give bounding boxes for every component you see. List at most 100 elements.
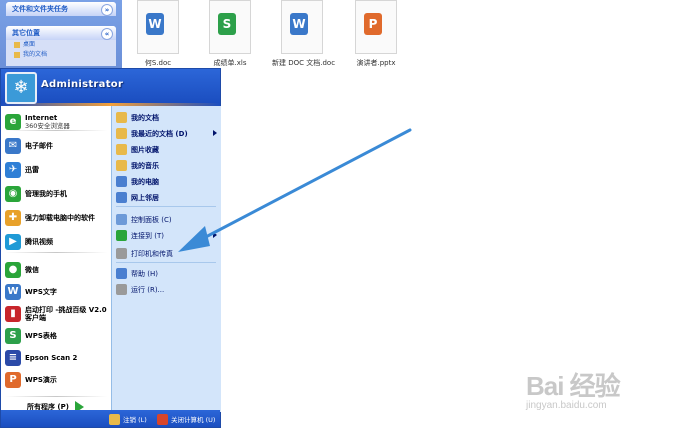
- program-item[interactable]: ● 微信: [5, 260, 109, 280]
- baidu-watermark: Bai 经验 jingyan.baidu.com: [506, 362, 678, 428]
- shutdown-label: 关闭计算机 (U): [171, 416, 216, 424]
- file-item[interactable]: S 成绩单.xls: [200, 0, 260, 70]
- places-item[interactable]: 我的音乐: [116, 158, 220, 173]
- other-place-my-documents[interactable]: 我的文档: [6, 50, 116, 60]
- file-name: 新建 DOC 文档.doc: [272, 59, 336, 67]
- program-item[interactable]: ✉ 电子邮件: [5, 136, 109, 156]
- watermark-url: jingyan.baidu.com: [526, 400, 607, 411]
- divider: [116, 206, 216, 207]
- places-item[interactable]: 控制面板 (C): [116, 212, 220, 227]
- network-icon: [116, 192, 127, 203]
- other-place-label: 我的文档: [23, 51, 48, 58]
- program-item[interactable]: ✚ 强力卸载电脑中的软件: [5, 208, 109, 228]
- desktop-icon: [14, 41, 20, 48]
- places-item[interactable]: 连接到 (T): [116, 228, 220, 243]
- program-label: WPS表格: [25, 332, 57, 340]
- program-title: 电子邮件: [25, 142, 53, 150]
- program-label: Epson Scan 2: [25, 354, 77, 362]
- places-label: 网上邻居: [131, 193, 159, 202]
- program-title: 迅雷: [25, 166, 39, 174]
- wps-present-icon: P: [5, 372, 21, 388]
- program-item[interactable]: ▶ 腾讯视频: [5, 232, 109, 252]
- places-label: 我的音乐: [131, 161, 159, 170]
- document-icon: W: [137, 0, 179, 54]
- file-item[interactable]: W 新建 DOC 文档.doc: [272, 0, 336, 70]
- places-item[interactable]: 我的文档: [116, 110, 220, 125]
- folder-docs-icon: [116, 112, 127, 123]
- user-name: Administrator: [41, 79, 124, 90]
- video-icon: ▶: [5, 234, 21, 250]
- task-group-files[interactable]: 文件和文件夹任务 »: [6, 2, 116, 16]
- places-label: 连接到 (T): [131, 231, 164, 240]
- places-item[interactable]: 帮助 (H): [116, 266, 220, 281]
- file-type-badge: W: [290, 13, 308, 35]
- places-label: 运行 (R)...: [131, 285, 165, 294]
- file-type-badge: W: [146, 13, 164, 35]
- program-label: WPS演示: [25, 376, 57, 384]
- places-item[interactable]: 打印机和传真: [116, 246, 220, 261]
- document-icon: W: [281, 0, 323, 54]
- submenu-arrow-icon: [213, 232, 217, 238]
- start-menu-right-pane: 我的文档我最近的文档 (D) 图片收藏我的音乐我的电脑网上邻居控制面板 (C) 连接…: [111, 106, 221, 412]
- program-title: WPS演示: [25, 376, 57, 384]
- program-label: WPS文字: [25, 288, 57, 296]
- program-label: 微信: [25, 266, 39, 274]
- task-group-other-header[interactable]: 其它位置 «: [6, 26, 116, 40]
- wps-sheet-icon: S: [5, 328, 21, 344]
- printer-icon: [116, 248, 127, 259]
- file-name: 何S.doc: [144, 59, 172, 67]
- places-item[interactable]: 图片收藏: [116, 142, 220, 157]
- program-label: 强力卸载电脑中的软件: [25, 214, 95, 222]
- program-item[interactable]: ▮ 启动打印 -挑战百级 V2.0客户端: [5, 304, 109, 324]
- program-label: 腾讯视频: [25, 238, 53, 246]
- program-item[interactable]: ✈ 迅雷: [5, 160, 109, 180]
- user-avatar[interactable]: ❄: [5, 72, 37, 104]
- program-item[interactable]: ◉ 管理我的手机: [5, 184, 109, 204]
- logoff-button[interactable]: 注销 (L): [109, 413, 147, 425]
- explorer-task-pane: 文件和文件夹任务 » 其它位置 « 桌面 我的文档: [0, 0, 122, 70]
- file-type-badge: P: [364, 13, 382, 35]
- places-label: 打印机和传真: [131, 249, 173, 258]
- task-group-files-header[interactable]: 文件和文件夹任务 »: [6, 2, 116, 16]
- file-item[interactable]: P 演讲者.pptx: [346, 0, 406, 70]
- program-item[interactable]: P WPS演示: [5, 370, 109, 390]
- program-label: 电子邮件: [25, 142, 53, 150]
- places-label: 帮助 (H): [131, 269, 158, 278]
- phone-icon: ◉: [5, 186, 21, 202]
- places-item[interactable]: 运行 (R)...: [116, 282, 220, 297]
- places-item[interactable]: 我最近的文档 (D): [116, 126, 220, 141]
- wechat-icon: ●: [5, 262, 21, 278]
- connect-icon: [116, 230, 127, 241]
- watermark-main: Bai 经验: [526, 371, 621, 401]
- shutdown-button[interactable]: 关闭计算机 (U): [157, 413, 215, 425]
- file-item[interactable]: W 何S.doc: [128, 0, 188, 70]
- places-label: 我最近的文档 (D): [131, 129, 188, 138]
- power-icon: [157, 413, 168, 425]
- browser-icon: e: [5, 114, 21, 130]
- places-item[interactable]: 网上邻居: [116, 190, 220, 205]
- uninstall-icon: ✚: [5, 210, 21, 226]
- other-place-desktop[interactable]: 桌面: [6, 40, 116, 50]
- program-label: Internet 360安全浏览器: [25, 114, 70, 130]
- program-item[interactable]: S WPS表格: [5, 326, 109, 346]
- program-title: Epson Scan 2: [25, 354, 78, 362]
- start-menu-header: ❄ Administrator: [1, 69, 220, 104]
- places-item[interactable]: 我的电脑: [116, 174, 220, 189]
- chevron-up-icon[interactable]: «: [101, 28, 113, 40]
- computer-icon: [116, 176, 127, 187]
- program-item[interactable]: W WPS文字: [5, 282, 109, 302]
- wps-writer-icon: W: [5, 284, 21, 300]
- places-label: 控制面板 (C): [131, 215, 172, 224]
- program-item[interactable]: ≡ Epson Scan 2: [5, 348, 109, 368]
- program-item[interactable]: e Internet 360安全浏览器: [5, 112, 109, 132]
- divider: [5, 396, 107, 397]
- file-name: 演讲者.pptx: [356, 59, 396, 67]
- program-title: 微信: [25, 266, 39, 274]
- chevron-down-icon[interactable]: »: [101, 4, 113, 16]
- file-type-badge: S: [218, 13, 236, 35]
- divider: [5, 252, 107, 253]
- recent-docs-icon: [116, 128, 127, 139]
- logoff-label: 注销 (L): [123, 416, 147, 424]
- arrow-shaft: [198, 128, 412, 242]
- task-group-other-places: 其它位置 « 桌面 我的文档: [6, 26, 116, 66]
